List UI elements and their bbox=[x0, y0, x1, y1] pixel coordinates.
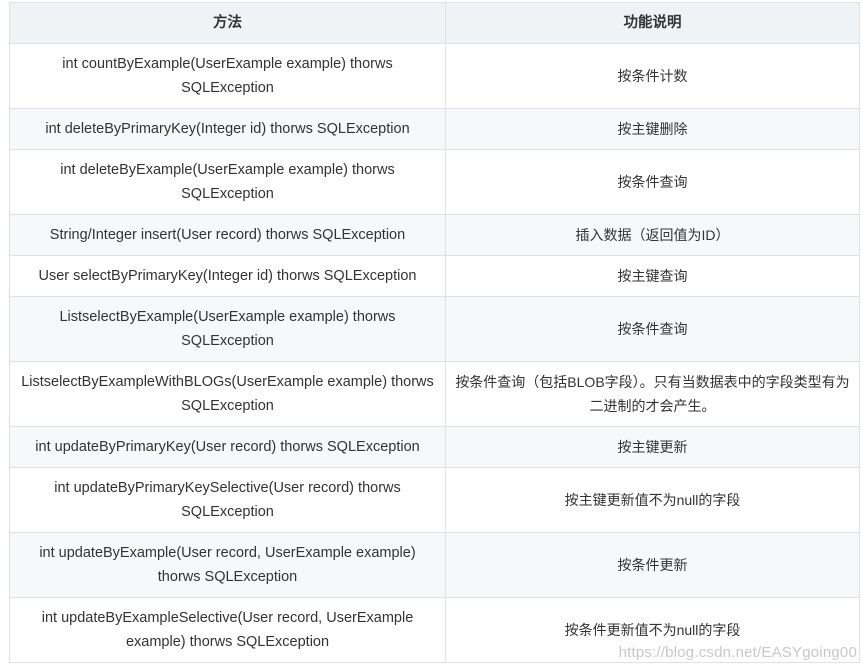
method-cell: int deleteByPrimaryKey(Integer id) thorw… bbox=[9, 108, 446, 150]
description-cell: 按主键更新值不为null的字段 bbox=[445, 467, 860, 533]
table-row: int updateByPrimaryKey(User record) thor… bbox=[9, 426, 860, 468]
description-cell: 按主键更新 bbox=[445, 426, 860, 468]
description-cell: 按条件计数 bbox=[445, 43, 860, 109]
method-cell: int updateByPrimaryKeySelective(User rec… bbox=[9, 467, 446, 533]
table-header-row: 方法 功能说明 bbox=[9, 2, 860, 44]
method-cell: ListselectByExampleWithBLOGs(UserExample… bbox=[9, 361, 446, 427]
table-row: int updateByExample(User record, UserExa… bbox=[9, 532, 860, 598]
description-cell: 按主键查询 bbox=[445, 255, 860, 297]
table-row: ListselectByExample(UserExample example)… bbox=[9, 296, 860, 362]
method-cell: User selectByPrimaryKey(Integer id) thor… bbox=[9, 255, 446, 297]
method-cell: int deleteByExample(UserExample example)… bbox=[9, 149, 446, 215]
table-row: int deleteByPrimaryKey(Integer id) thorw… bbox=[9, 108, 860, 150]
header-method: 方法 bbox=[9, 2, 446, 44]
header-description: 功能说明 bbox=[445, 2, 860, 44]
method-cell: int updateByPrimaryKey(User record) thor… bbox=[9, 426, 446, 468]
description-cell: 插入数据（返回值为ID） bbox=[445, 214, 860, 256]
description-cell: 按条件查询 bbox=[445, 149, 860, 215]
table-row: int deleteByExample(UserExample example)… bbox=[9, 149, 860, 215]
description-cell: 按条件更新 bbox=[445, 532, 860, 598]
table-row: String/Integer insert(User record) thorw… bbox=[9, 214, 860, 256]
watermark-url: https://blog.csdn.net/EASYgoing00 bbox=[618, 644, 857, 661]
description-cell: 按主键删除 bbox=[445, 108, 860, 150]
table-row: ListselectByExampleWithBLOGs(UserExample… bbox=[9, 361, 860, 427]
method-cell: int countByExample(UserExample example) … bbox=[9, 43, 446, 109]
api-method-table: 方法 功能说明 int countByExample(UserExample e… bbox=[9, 2, 860, 663]
table-row: int countByExample(UserExample example) … bbox=[9, 43, 860, 109]
table-row: User selectByPrimaryKey(Integer id) thor… bbox=[9, 255, 860, 297]
table-row: int updateByPrimaryKeySelective(User rec… bbox=[9, 467, 860, 533]
description-cell: 按条件查询 bbox=[445, 296, 860, 362]
method-cell: ListselectByExample(UserExample example)… bbox=[9, 296, 446, 362]
method-cell: String/Integer insert(User record) thorw… bbox=[9, 214, 446, 256]
description-cell: 按条件查询（包括BLOB字段）。只有当数据表中的字段类型有为二进制的才会产生。 bbox=[445, 361, 860, 427]
method-cell: int updateByExampleSelective(User record… bbox=[9, 597, 446, 663]
api-table-container: 方法 功能说明 int countByExample(UserExample e… bbox=[9, 2, 860, 663]
method-cell: int updateByExample(User record, UserExa… bbox=[9, 532, 446, 598]
